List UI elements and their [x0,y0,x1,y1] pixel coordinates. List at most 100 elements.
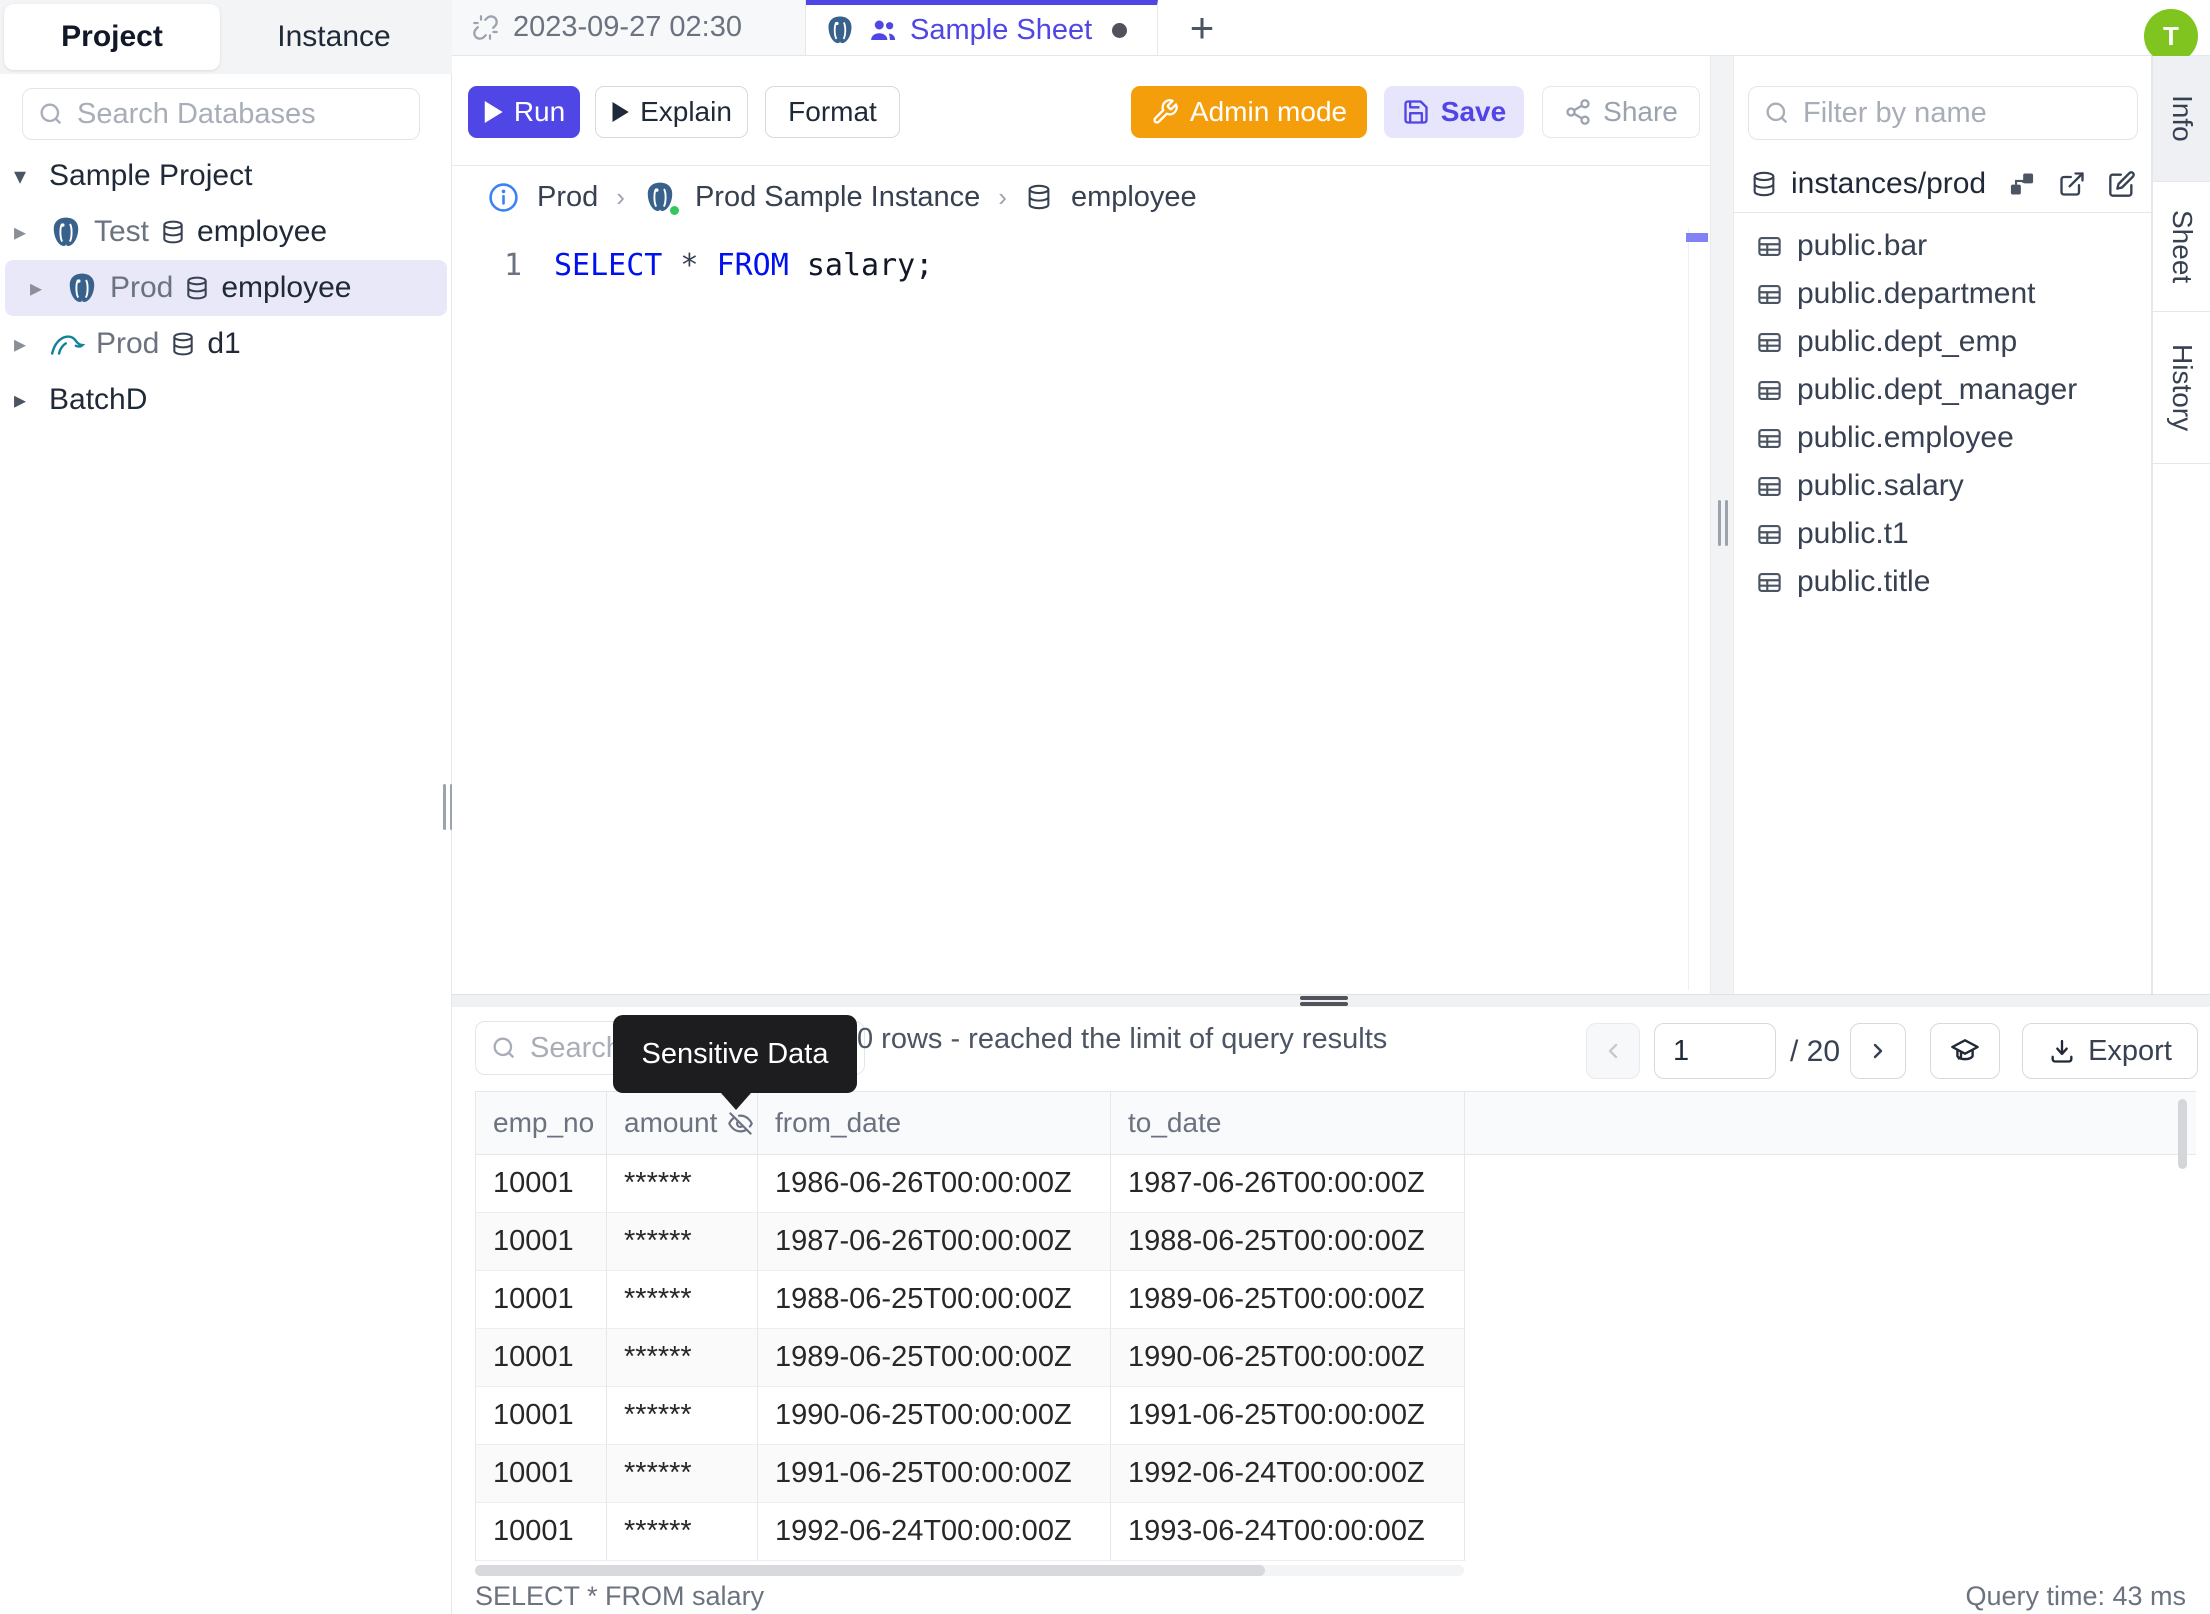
table-cell[interactable]: 1986-06-26T00:00:00Z [758,1155,1111,1213]
column-header-from_date[interactable]: from_date [758,1092,1111,1155]
tree-item-database[interactable]: ▸ Prod employee [5,260,447,316]
explain-button[interactable]: Explain [595,86,748,138]
schema-diagram-icon[interactable] [2008,170,2036,198]
info-icon[interactable] [488,182,519,213]
filter-by-name-input[interactable] [1803,96,2123,130]
table-list-item[interactable]: public.employee [1734,414,2152,462]
vertical-scrollbar[interactable] [2178,1099,2187,1169]
table-cell[interactable]: 10001 [476,1445,607,1503]
table-cell[interactable]: 10001 [476,1329,607,1387]
table-cell[interactable]: 1991-06-25T00:00:00Z [1111,1387,1465,1445]
table-cell[interactable]: 1988-06-25T00:00:00Z [1111,1213,1465,1271]
table-cell[interactable]: 1987-06-26T00:00:00Z [758,1213,1111,1271]
table-cell[interactable]: ****** [607,1155,758,1213]
table-cell[interactable]: 10001 [476,1213,607,1271]
run-button[interactable]: Run [468,86,580,138]
tree-item-database[interactable]: ▸ Prod d1 [0,316,452,372]
tooltip-arrow [721,1093,751,1110]
divider-handle[interactable] [1718,500,1721,546]
tree-item-database[interactable]: ▸ Test employee [0,204,452,260]
sql-token: FROM [716,248,789,283]
explain-label: Explain [640,96,732,127]
table-cell[interactable]: ****** [607,1271,758,1329]
caret-right-icon[interactable]: ▸ [14,330,38,359]
postgres-icon [643,180,681,217]
table-list-item[interactable]: public.t1 [1734,510,2152,558]
chevron-right-icon: › [998,181,1007,212]
tree-item-project[interactable]: ▸ BatchD [0,372,452,428]
next-page-button[interactable] [1850,1023,1906,1079]
save-button[interactable]: Save [1384,86,1524,138]
breadcrumb-instance[interactable]: Prod Sample Instance [695,181,980,214]
side-tab-strip: Info Sheet History [2152,56,2210,994]
table-cell[interactable]: 10001 [476,1155,607,1213]
table-cell[interactable]: 10001 [476,1503,607,1561]
column-header-to_date[interactable]: to_date [1111,1092,1465,1155]
search-databases-input[interactable] [77,97,405,131]
breadcrumb-environment[interactable]: Prod [537,181,598,214]
panel-resize-handle[interactable] [1300,1002,1348,1006]
side-tab-history[interactable]: History [2153,312,2210,464]
side-tab-info[interactable]: Info [2153,56,2210,182]
table-cell[interactable]: 1992-06-24T00:00:00Z [1111,1445,1465,1503]
table-cell[interactable]: 1993-06-24T00:00:00Z [1111,1503,1465,1561]
sheet-tab-active[interactable]: Sample Sheet [806,0,1158,55]
breadcrumb-database[interactable]: employee [1071,181,1197,214]
table-cell[interactable]: 1990-06-25T00:00:00Z [758,1387,1111,1445]
column-header-emp_no[interactable]: emp_no [476,1092,607,1155]
database-search[interactable] [22,88,420,140]
table-cell[interactable]: 10001 [476,1387,607,1445]
caret-right-icon[interactable]: ▸ [14,386,38,415]
table-list-item[interactable]: public.dept_emp [1734,318,2152,366]
table-filter[interactable] [1748,86,2138,140]
table-cell[interactable]: 1991-06-25T00:00:00Z [758,1445,1111,1503]
share-icon [1564,98,1592,126]
table-cell[interactable]: 1992-06-24T00:00:00Z [758,1503,1111,1561]
table-cell[interactable]: 1988-06-25T00:00:00Z [758,1271,1111,1329]
chevron-right-icon: › [616,181,625,212]
left-resize-handle[interactable] [443,784,446,830]
panel-resize-bar[interactable] [452,995,2210,1007]
table-cell[interactable]: ****** [607,1445,758,1503]
avatar[interactable]: T [2144,9,2198,63]
caret-down-icon[interactable]: ▾ [14,162,38,191]
new-sheet-button[interactable]: + [1172,0,1232,55]
export-button[interactable]: Export [2022,1023,2198,1079]
table-list-item[interactable]: public.title [1734,558,2152,606]
horizontal-scrollbar-thumb[interactable] [475,1565,1265,1576]
table-cell[interactable]: ****** [607,1387,758,1445]
eye-off-icon[interactable] [727,1110,754,1137]
divider-handle[interactable] [1725,500,1728,546]
external-link-icon[interactable] [2058,170,2086,198]
admin-mode-button[interactable]: Admin mode [1131,86,1367,138]
caret-right-icon[interactable]: ▸ [14,218,38,247]
table-cell[interactable]: ****** [607,1213,758,1271]
panel-divider[interactable] [1710,56,1734,994]
table-list-item[interactable]: public.bar [1734,222,2152,270]
table-cell[interactable]: ****** [607,1503,758,1561]
page-number-input[interactable] [1654,1023,1776,1079]
table-cell[interactable]: 1990-06-25T00:00:00Z [1111,1329,1465,1387]
sheet-tab-unsaved[interactable]: 2023-09-27 02:30 [452,0,806,55]
table-list-item[interactable]: public.dept_manager [1734,366,2152,414]
tab-instance[interactable]: Instance [220,4,448,70]
tree-item-project[interactable]: ▾ Sample Project [0,148,452,204]
side-tab-sheet[interactable]: Sheet [2153,182,2210,312]
share-button[interactable]: Share [1542,86,1700,138]
edit-icon[interactable] [2108,170,2136,198]
masking-hat-button[interactable] [1930,1023,2000,1079]
table-cell[interactable]: 1989-06-25T00:00:00Z [758,1329,1111,1387]
table-cell[interactable]: 1989-06-25T00:00:00Z [1111,1271,1465,1329]
prev-page-button[interactable] [1586,1023,1640,1079]
tab-project[interactable]: Project [4,4,220,70]
table-cell[interactable]: 1987-06-26T00:00:00Z [1111,1155,1465,1213]
table-cell[interactable]: ****** [607,1329,758,1387]
table-cell[interactable]: 10001 [476,1271,607,1329]
panel-resize-handle[interactable] [1300,996,1348,1000]
caret-right-icon[interactable]: ▸ [30,274,54,303]
table-list-item[interactable]: public.salary [1734,462,2152,510]
sql-editor[interactable]: 1 SELECT * FROM salary; [452,228,1688,994]
table-list-item[interactable]: public.department [1734,270,2152,318]
format-button[interactable]: Format [765,86,900,138]
horizontal-scrollbar[interactable] [475,1565,1464,1576]
